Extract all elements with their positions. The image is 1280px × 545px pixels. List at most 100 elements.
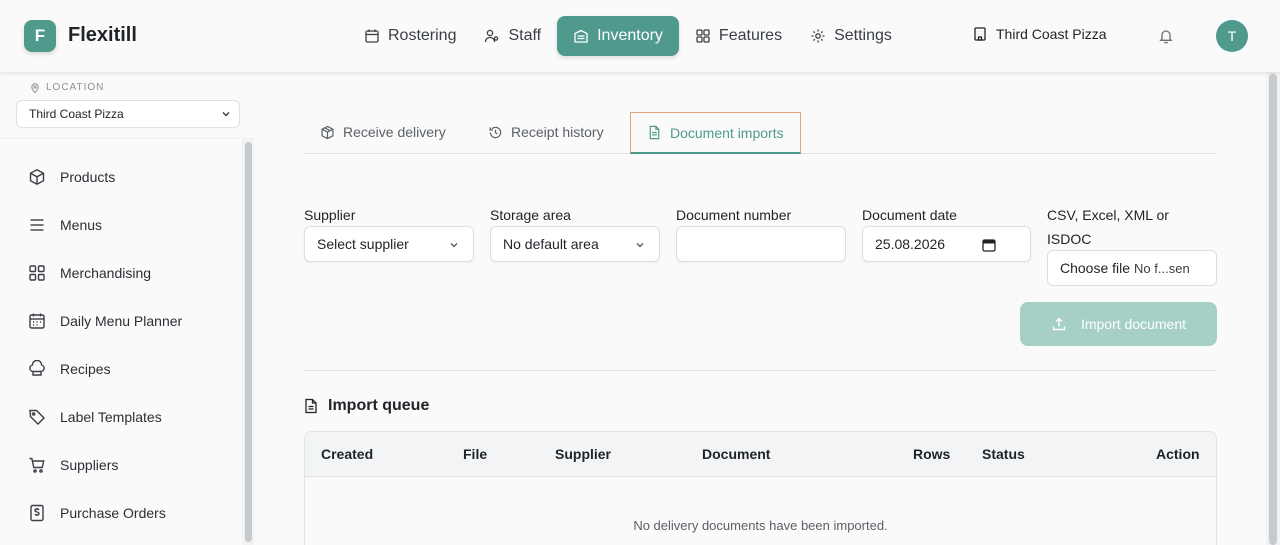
sidebar-item-label: Suppliers [60,457,119,473]
sidebar-item-label: Label Templates [60,409,162,425]
chevron-down-icon [636,243,644,248]
import-queue-table: Created File Supplier Document Rows Stat… [304,431,1217,545]
top-header: F Flexitill Rostering Staff Inventory Fe… [0,0,1280,72]
import-queue-title-text: Import queue [328,397,430,414]
section-divider [304,370,1216,371]
chevron-down-icon [450,243,458,248]
sidebar-nav: Products Menus Merchandising Daily Menu … [0,138,240,545]
sidebar-item-recipes[interactable]: Recipes [28,357,111,381]
sidebar-item-label: Products [60,169,116,185]
storage-area-select[interactable]: No default area [490,226,660,262]
document-number-input[interactable] [676,226,846,262]
column-status: Status [982,446,1025,462]
tab-label: Receive delivery [343,124,446,140]
tab-receive-delivery[interactable]: Receive delivery [320,112,446,152]
app-logo[interactable]: F [24,20,56,52]
empty-state-message: No delivery documents have been imported… [633,518,888,533]
chef-hat-icon [29,360,45,376]
history-icon [489,126,502,138]
choose-file-button[interactable]: Choose file [1060,260,1130,276]
column-file: File [463,446,488,462]
nav-features-label: Features [718,27,783,44]
main-nav: Rostering Staff Inventory Features Setti… [352,16,908,56]
sidebar-item-menus[interactable]: Menus [28,213,102,237]
sidebar-item-daily-menu-planner[interactable]: Daily Menu Planner [28,309,182,333]
import-document-label: Import document [1080,316,1187,332]
building-icon [974,27,986,41]
document-date-value: 25.08.2026 [875,236,946,252]
column-document: Document [702,446,771,462]
dollar-document-icon [30,504,44,522]
sidebar-item-suppliers[interactable]: Suppliers [28,453,118,477]
sidebar-item-merchandising[interactable]: Merchandising [28,261,151,285]
map-pin-icon [31,82,39,93]
bell-icon[interactable] [1158,28,1174,44]
storage-area-label: Storage area [490,207,571,223]
users-icon [485,29,499,43]
location-label-text: LOCATION [46,82,105,93]
sidebar-scrollbar[interactable] [242,138,254,545]
inventory-icon [574,29,588,43]
venue-switcher[interactable]: Third Coast Pizza [972,26,1106,42]
column-created: Created [321,446,374,462]
chevron-down-icon [222,112,230,117]
calendar-icon[interactable] [982,238,996,252]
nav-rostering[interactable]: Rostering [352,16,468,56]
nav-rostering-label: Rostering [388,27,457,44]
file-type-label-line2: ISDOC [1047,231,1092,247]
import-document-button[interactable]: Import document [1020,302,1217,346]
file-status: No f...sen [1134,260,1190,276]
package-icon [321,125,334,139]
nav-settings-label: Settings [834,27,892,44]
venue-name: Third Coast Pizza [996,26,1107,42]
inventory-tabs: Receive delivery Receipt history Documen… [304,112,1216,154]
cart-icon [29,457,45,473]
box-icon [29,169,45,185]
file-input[interactable]: Choose file No f...sen [1047,250,1217,286]
calendar-icon [29,313,45,329]
column-supplier: Supplier [555,446,612,462]
storage-area-select-value: No default area [503,236,599,252]
location-select[interactable]: Third Coast Pizza [16,100,240,128]
location-label: LOCATION [30,82,104,93]
tab-document-imports[interactable]: Document imports [630,112,801,154]
grid-icon [696,29,710,43]
document-icon [305,398,317,414]
sidebar-item-purchase-orders[interactable]: Purchase Orders [28,501,166,525]
document-icon [649,125,660,140]
sidebar-item-label: Daily Menu Planner [60,313,183,329]
import-queue-title: Import queue [304,397,429,415]
supplier-select-value: Select supplier [317,236,409,252]
supplier-label: Supplier [304,207,356,223]
grid-icon [29,265,45,281]
tab-label: Document imports [670,124,784,141]
sidebar-item-products[interactable]: Products [28,165,115,189]
nav-inventory-label: Inventory [597,27,663,44]
nav-inventory[interactable]: Inventory [557,16,679,56]
nav-settings[interactable]: Settings [798,16,904,56]
nav-staff[interactable]: Staff [472,16,553,56]
tab-label: Receipt history [511,124,604,140]
document-date-input[interactable]: 25.08.2026 [862,226,1031,262]
calendar-icon [365,29,379,43]
nav-staff-label: Staff [508,27,542,44]
nav-features[interactable]: Features [683,16,794,56]
sidebar-scrollbar-thumb[interactable] [245,142,252,542]
supplier-select[interactable]: Select supplier [304,226,474,262]
app-name: Flexitill [68,24,137,46]
file-type-label: CSV, Excel, XML or [1047,207,1169,223]
user-avatar[interactable]: T [1216,20,1248,52]
page-scrollbar[interactable] [1266,72,1280,545]
tag-icon [29,409,45,425]
document-number-label: Document number [676,207,792,223]
sidebar-item-label-templates[interactable]: Label Templates [28,405,162,429]
column-rows: Rows [913,446,951,462]
column-action: Action [1156,446,1200,462]
sidebar-item-label: Menus [60,217,103,233]
sidebar-item-label: Merchandising [60,265,152,281]
page-scrollbar-thumb[interactable] [1269,74,1277,545]
upload-icon [1052,317,1066,331]
tab-receipt-history[interactable]: Receipt history [488,112,604,152]
document-date-label: Document date [862,207,957,223]
location-select-value: Third Coast Pizza [29,107,124,121]
